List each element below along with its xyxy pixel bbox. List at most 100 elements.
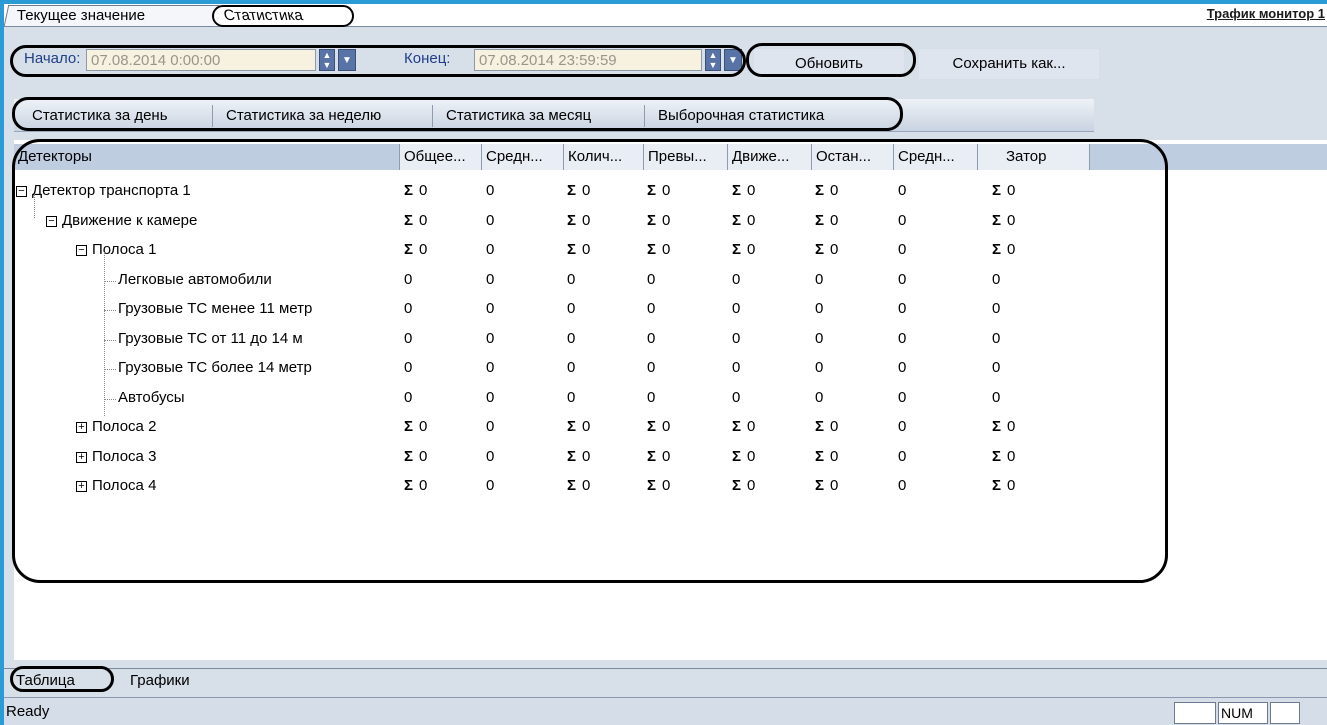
cell-value: Σ0 [992,241,1016,258]
cell-value: 0 [898,300,907,317]
end-spin-button[interactable]: ▲ ▼ [705,49,721,71]
tab-statistics[interactable]: Статистика [212,5,354,27]
row-label: Полоса 2 [92,418,157,435]
cell-value: 0 [567,270,576,288]
end-date-input[interactable]: 07.08.2014 23:59:59 [474,49,702,71]
cell-value: 0 [992,388,1001,406]
table-row[interactable]: + Полоса 4 Σ0 0 Σ0 Σ0 Σ0 Σ0 0 Σ0 [14,473,1114,503]
tree-connector [104,369,116,370]
column-exceed[interactable]: Превы... [644,144,728,170]
cell-value: Σ0 [992,211,1016,229]
tree-connector [104,339,116,341]
cell-value: Σ0 [992,447,1016,465]
tab-charts[interactable]: Графики [130,671,190,691]
cell-value: 0 [898,418,907,435]
start-dropdown-button[interactable]: ▼ [338,49,356,71]
cell-value: 0 [898,182,907,199]
table-row[interactable]: − Полоса 1 Σ0 0 Σ0 Σ0 Σ0 Σ0 0 Σ0 [14,237,1114,267]
table-row[interactable]: Грузовые ТС менее 11 метр 0 0 0 0 0 0 0 0 [14,296,1114,326]
row-label: Грузовые ТС более 14 метр [118,359,312,376]
column-count[interactable]: Колич... [564,144,644,170]
cell-value: Σ0 [647,211,671,229]
table-row[interactable]: Легковые автомобили 0 0 0 0 0 0 0 0 [14,267,1114,297]
start-label: Начало: [24,50,81,67]
column-stop[interactable]: Остан... [812,144,894,170]
cell-value: Σ0 [732,477,756,494]
cell-value: Σ0 [732,211,756,229]
cell-value: Σ0 [567,447,591,465]
collapse-icon[interactable]: − [16,186,27,197]
period-tabs: Статистика за день Статистика за неделю … [14,99,1094,132]
cell-value: Σ0 [732,182,756,199]
traffic-monitor-link[interactable]: Трафик монитор 1 [1207,6,1325,21]
table-row[interactable]: − Детектор транспорта 1 Σ0 0 Σ0 Σ0 Σ0 Σ0 0 Σ0 [14,178,1114,208]
cell-value: Σ0 [404,447,428,465]
cell-value: 0 [898,359,907,376]
period-tab-separator [212,105,213,127]
row-label: Легковые автомобили [118,270,272,288]
cell-value: 0 [486,477,495,494]
column-congestion[interactable]: Затор [978,144,1090,170]
tab-month-statistics[interactable]: Статистика за месяц [440,104,597,128]
cell-value: 0 [815,270,824,288]
cell-value: 0 [992,300,1001,317]
collapse-icon[interactable]: − [76,245,87,256]
column-average-1[interactable]: Средн... [482,144,564,170]
row-label: Грузовые ТС менее 11 метр [118,300,313,317]
column-total[interactable]: Общее... [400,144,482,170]
cell-value: 0 [486,388,495,406]
status-panel-num: NUM [1218,702,1268,724]
column-detectors[interactable]: Детекторы [14,144,400,170]
cell-value: Σ0 [404,241,428,258]
start-date-input[interactable]: 07.08.2014 0:00:00 [86,49,316,71]
table-row[interactable]: Грузовые ТС от 11 до 14 м 0 0 0 0 0 0 0 0 [14,326,1114,356]
cell-value: 0 [486,241,495,258]
tab-week-statistics[interactable]: Статистика за неделю [220,104,387,128]
row-label: Полоса 4 [92,477,157,494]
cell-value: Σ0 [647,241,671,258]
tree-connector [104,280,116,282]
column-movement[interactable]: Движе... [728,144,812,170]
collapse-icon[interactable]: − [46,215,57,227]
table-row[interactable]: + Полоса 2 Σ0 0 Σ0 Σ0 Σ0 Σ0 0 Σ0 [14,414,1114,444]
cell-value: 0 [898,211,907,229]
column-average-2[interactable]: Средн... [894,144,978,170]
cell-value: 0 [815,300,824,317]
tab-current-value[interactable]: Текущее значение [4,5,220,26]
tab-current-value-label: Текущее значение [16,7,146,24]
cell-value: Σ0 [567,241,591,258]
save-as-button[interactable]: Сохранить как... [919,49,1099,79]
table-row[interactable]: + Полоса 3 Σ0 0 Σ0 Σ0 Σ0 Σ0 0 Σ0 [14,444,1114,474]
table-row[interactable]: Грузовые ТС более 14 метр 0 0 0 0 0 0 0 0 [14,355,1114,385]
cell-value: Σ0 [404,418,428,435]
row-label: Движение к камере [62,211,198,229]
start-spin-button[interactable]: ▲ ▼ [319,49,335,71]
period-tab-separator [432,105,433,127]
cell-value: 0 [486,182,495,199]
table-row[interactable]: Автобусы 0 0 0 0 0 0 0 0 [14,385,1114,415]
cell-value: Σ0 [992,477,1016,494]
expand-icon[interactable]: + [76,481,87,492]
cell-value: 0 [898,329,907,347]
cell-value: 0 [647,270,656,288]
table-row[interactable]: − Движение к камере Σ 0 0 Σ 0 Σ 0 Σ 0 Σ 0 0 Σ 0 [14,208,1114,238]
end-dropdown-button[interactable]: ▼ [724,49,742,71]
cell-value: Σ0 [815,182,839,199]
refresh-button[interactable]: Обновить [754,49,904,79]
tab-table[interactable]: Таблица [16,671,75,691]
cell-value: 0 [992,359,1001,376]
cell-value: 0 [815,329,824,347]
cell-value: Σ0 [404,182,428,199]
tab-custom-statistics[interactable]: Выборочная статистика [652,104,830,128]
cell-value: 0 [732,270,741,288]
cell-value: 0 [647,359,656,376]
cell-value: Σ0 [815,418,839,435]
cell-value: Σ0 [815,241,839,258]
expand-icon[interactable]: + [76,451,87,463]
expand-icon[interactable]: + [76,422,87,433]
cell-value: 0 [815,359,824,376]
tab-day-statistics[interactable]: Статистика за день [26,104,174,128]
cell-value: Σ0 [815,211,839,229]
cell-value: 0 [486,359,495,376]
cell-value: Σ0 [567,211,591,229]
